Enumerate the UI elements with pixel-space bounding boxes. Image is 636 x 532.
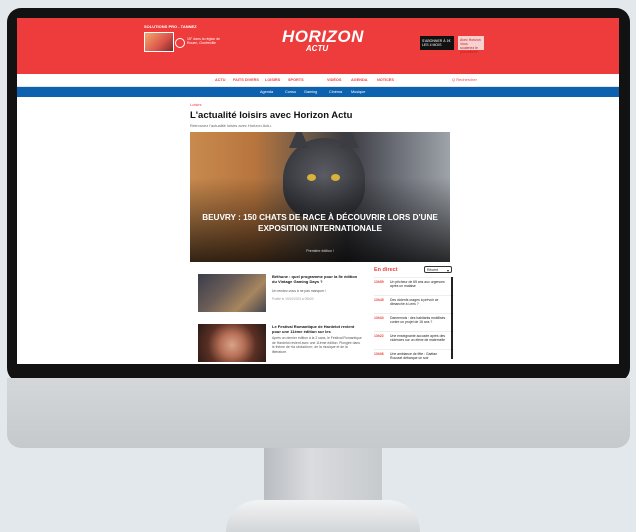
subnav-item-agenda[interactable]: Agenda [260,90,273,94]
chevron-down-icon: ▾ [446,268,449,273]
article-card[interactable]: Béthune : quel programme pour la 5e édit… [198,274,363,314]
live-item[interactable]: 13h22 Une enseignante accusée après des … [374,331,454,350]
article-summary: Après un dernier édition à la 2 sans, le… [272,336,362,354]
live-item-time: 13h06 [374,352,384,356]
article-title[interactable]: Béthune : quel programme pour la 5e édit… [272,274,362,284]
hero-title[interactable]: BEUVRY : 150 CHATS DE RACE À DÉCOUVRIR L… [198,212,442,234]
live-item[interactable]: 13h06 Une ambiance de fête : Gaétan Rous… [374,349,454,364]
nav-item-loisirs[interactable]: LOISIRS [265,78,280,82]
logo-line2: ACTU [305,44,329,53]
article-card[interactable]: Le Festival Romantique de Hardelot revie… [198,324,363,364]
monitor-stand-base [226,500,420,532]
weather-text: 15° dans la région de Rouen, Gonfreville [187,37,221,45]
live-item-text[interactable]: Un pêcheur de 65 ans aux urgences après … [390,280,448,289]
page-subtitle: Retrouvez l'actualité loisirs avec Horiz… [190,123,272,128]
nav-item-sports[interactable]: SPORTS [288,78,304,82]
sidebar-sort-label: Récent [427,268,439,272]
live-item-text[interactable]: Dannemois : des habitants mobilisés cont… [390,316,448,325]
subnav-item-musique[interactable]: Musique [351,90,365,94]
live-item-time: 13h45 [374,298,384,302]
breadcrumb[interactable]: Loisirs [190,102,202,107]
subnav-item-conso[interactable]: Conso [285,90,296,94]
article-summary: Un rendez-vous à ne pas manquer ! [272,289,327,293]
weather-icon [175,38,185,48]
live-item[interactable]: 13h59 Un pêcheur de 65 ans aux urgences … [374,277,454,296]
site-logo[interactable]: HORIZON ACTU [282,27,364,53]
article-image[interactable] [198,274,266,312]
main-nav: ACTU FAITS DIVERS LOISIRS SPORTS VIDÉOS … [17,74,619,87]
live-item-time: 13h34 [374,316,384,320]
subnav-item-gaming[interactable]: Gaming [304,90,317,94]
sidebar-scrollbar[interactable] [451,277,453,359]
page-title: L'actualité loisirs avec Horizon Actu [190,110,353,121]
support-promo[interactable]: Avec Horizon Vous soutenez le journalism… [458,36,484,54]
article-date: Publié le 19/10/2023 à 09h00 [272,297,314,301]
nav-item-faits-divers[interactable]: FAITS DIVERS [233,78,259,82]
logo-line1: HORIZON [282,27,364,46]
article-title[interactable]: Le Festival Romantique de Hardelot revie… [272,324,362,334]
nav-item-notices[interactable]: NOTICES [377,78,394,82]
live-item[interactable]: 13h45 Des violents orages à prévoir ce d… [374,295,454,314]
browser-screen: SOLUTIONS PRO - TANNEZ 15° dans la régio… [17,18,619,364]
subscribe-button[interactable]: S'ABONNER À 1€ LES 4 MOIS [420,36,454,50]
nav-item-videos[interactable]: VIDÉOS [327,78,341,82]
hero-article[interactable]: BEUVRY : 150 CHATS DE RACE À DÉCOUVRIR L… [190,132,450,262]
article-image[interactable] [198,324,266,362]
hero-gradient [190,132,450,262]
site-header: SOLUTIONS PRO - TANNEZ 15° dans la régio… [17,18,619,74]
sidebar-sort-select[interactable]: Récent ▾ [424,266,452,273]
live-item-time: 13h22 [374,334,384,338]
nav-item-actu[interactable]: ACTU [215,78,226,82]
nav-item-agenda[interactable]: AGENDA [351,78,367,82]
live-item-text[interactable]: Des violents orages à prévoir ce dimanch… [390,298,448,307]
promo-thumbnail[interactable] [144,32,174,52]
live-item-text[interactable]: Une ambiance de fête : Gaétan Roussel dé… [390,352,448,361]
live-item-text[interactable]: Une enseignante accusée après des violen… [390,334,448,343]
search-link[interactable]: Q Rechercher [452,77,477,82]
live-item-time: 13h59 [374,280,384,284]
sidebar-title: En direct [374,267,398,273]
monitor-chin [7,378,630,448]
promo-label: SOLUTIONS PRO - TANNEZ [144,24,197,29]
subnav-item-cinema[interactable]: Cinéma [329,90,342,94]
monitor-stand [264,448,382,502]
live-item[interactable]: 13h34 Dannemois : des habitants mobilisé… [374,313,454,332]
hero-meta: Première édition ! [306,249,334,253]
sub-nav: Agenda Conso Gaming Cinéma Musique [17,87,619,97]
